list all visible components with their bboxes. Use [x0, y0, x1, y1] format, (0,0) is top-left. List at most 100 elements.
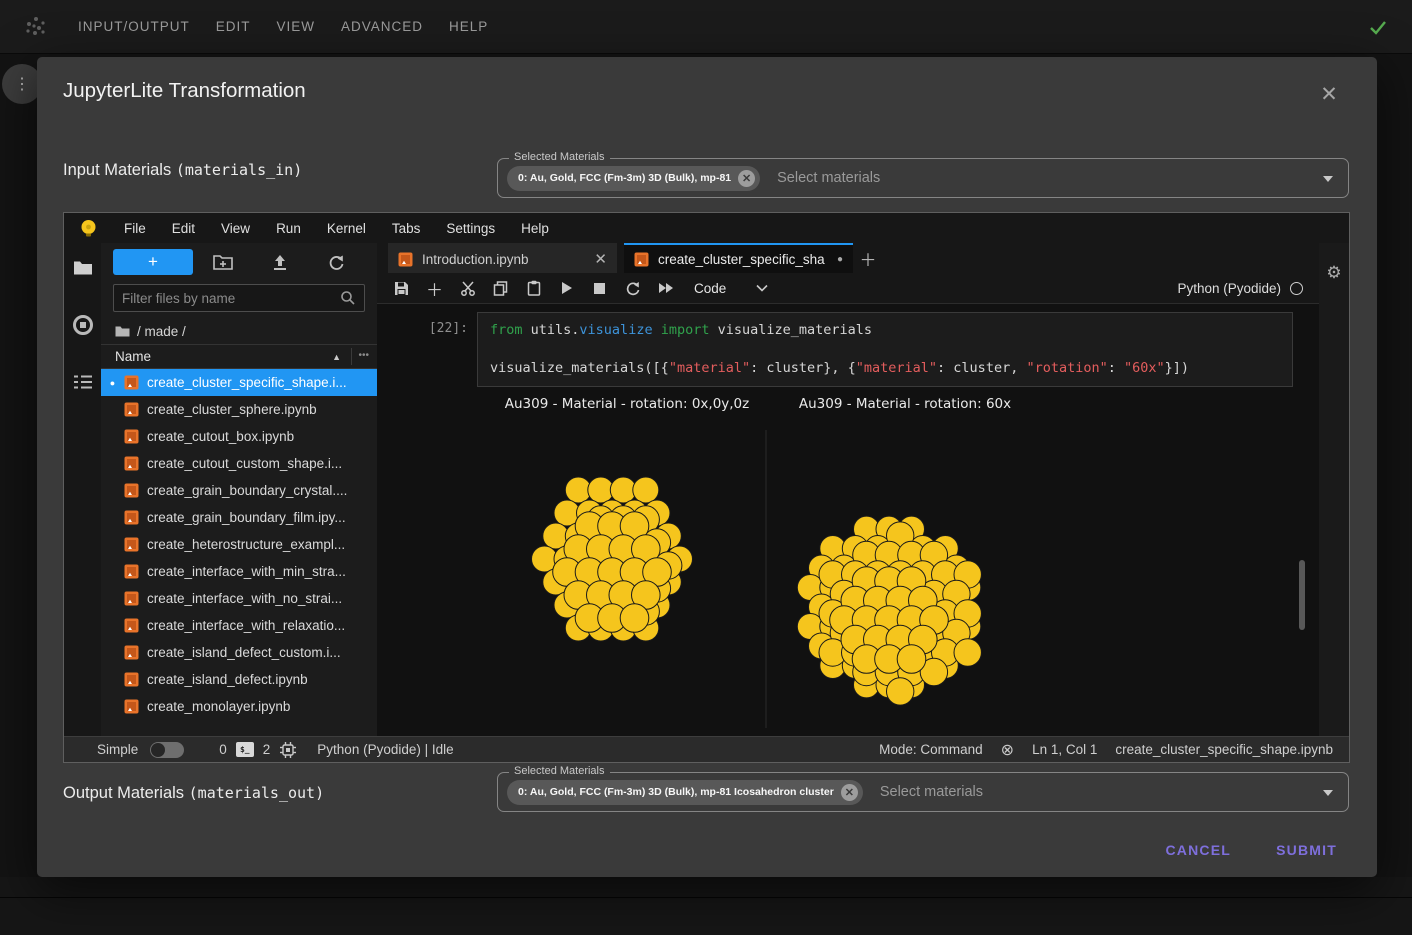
- notebook-icon: [124, 510, 140, 525]
- run-button[interactable]: [550, 273, 583, 303]
- running-kernels-icon[interactable]: [72, 314, 94, 336]
- file-row-create-cutout-custom-shape-i[interactable]: create_cutout_custom_shape.i...: [101, 450, 377, 477]
- jupyter-menu-help[interactable]: Help: [508, 221, 562, 236]
- kernel-status-text[interactable]: Python (Pyodide) | Idle: [317, 742, 453, 757]
- copy-cells-button[interactable]: [484, 273, 517, 303]
- file-list: ●create_cluster_specific_shape.i...creat…: [101, 369, 377, 736]
- file-name: create_cluster_sphere.ipynb: [147, 402, 317, 417]
- file-browser-icon[interactable]: [73, 259, 93, 276]
- file-row-create-grain-boundary-film-ipy[interactable]: create_grain_boundary_film.ipy...: [101, 504, 377, 531]
- restart-run-all-button[interactable]: [649, 273, 682, 303]
- kernel-name[interactable]: Python (Pyodide): [1177, 281, 1281, 296]
- file-row-create-interface-with-relaxatio[interactable]: create_interface_with_relaxatio...: [101, 612, 377, 639]
- jupyter-menu-settings[interactable]: Settings: [433, 221, 508, 236]
- jupyter-menu-run[interactable]: Run: [263, 221, 314, 236]
- tab-create-cluster-specific-shape[interactable]: create_cluster_specific_sha ●: [624, 243, 853, 273]
- file-row-create-interface-with-no-strai[interactable]: create_interface_with_no_strai...: [101, 585, 377, 612]
- right-sidebar-rail: ⚙: [1319, 243, 1349, 736]
- add-tab-button[interactable]: ＋: [853, 243, 883, 273]
- notebook-icon: [124, 375, 140, 390]
- material-chip[interactable]: 0: Au, Gold, FCC (Fm-3m) 3D (Bulk), mp-8…: [507, 780, 863, 805]
- material-chip[interactable]: 0: Au, Gold, FCC (Fm-3m) 3D (Bulk), mp-8…: [507, 166, 760, 191]
- output-title-1: Au309 - Material - rotation: 0x,0y,0z: [488, 396, 766, 412]
- notebook-icon: [124, 564, 140, 579]
- code-cell: [22]: from utils.visualize import visual…: [377, 312, 1293, 387]
- filter-files-input[interactable]: [122, 291, 340, 306]
- file-row-create-cluster-sphere-ipynb[interactable]: create_cluster_sphere.ipynb: [101, 396, 377, 423]
- file-row-create-island-defect-ipynb[interactable]: create_island_defect.ipynb: [101, 666, 377, 693]
- file-row-create-island-defect-custom-i[interactable]: create_island_defect_custom.i...: [101, 639, 377, 666]
- app-root: INPUT/OUTPUTEDITVIEWADVANCEDHELP ⋮ Jupyt…: [0, 0, 1412, 935]
- notebook-icon: [124, 429, 140, 444]
- appmenu-item-input-output[interactable]: INPUT/OUTPUT: [78, 19, 190, 34]
- add-cell-button[interactable]: ＋: [418, 273, 451, 303]
- file-row-create-monolayer-ipynb[interactable]: create_monolayer.ipynb: [101, 693, 377, 720]
- new-launcher-button[interactable]: +: [113, 249, 193, 275]
- restart-kernel-button[interactable]: [616, 273, 649, 303]
- cut-cells-button[interactable]: [451, 273, 484, 303]
- file-row-create-interface-with-min-stra[interactable]: create_interface_with_min_stra...: [101, 558, 377, 585]
- appmenu-item-advanced[interactable]: ADVANCED: [341, 19, 423, 34]
- save-button[interactable]: [385, 273, 418, 303]
- file-name: create_cutout_box.ipynb: [147, 429, 294, 444]
- trust-shield-icon[interactable]: ⊗: [1001, 740, 1014, 760]
- refresh-icon[interactable]: [328, 254, 345, 271]
- file-row-create-heterostructure-exampl[interactable]: create_heterostructure_exampl...: [101, 531, 377, 558]
- jupyter-menu-view[interactable]: View: [208, 221, 263, 236]
- jupyter-menu-edit[interactable]: Edit: [159, 221, 208, 236]
- header-divider: [351, 348, 352, 365]
- submit-button[interactable]: SUBMIT: [1268, 834, 1345, 866]
- jupyter-menu-tabs[interactable]: Tabs: [379, 221, 434, 236]
- input-materials-select[interactable]: Selected Materials 0: Au, Gold, FCC (Fm-…: [497, 158, 1349, 198]
- app-menu-items: INPUT/OUTPUT EDIT VIEW ADVANCED HELP: [78, 19, 514, 34]
- code-editor[interactable]: from utils.visualize import visualize_ma…: [477, 312, 1293, 387]
- table-of-contents-icon[interactable]: [73, 374, 93, 390]
- header-more-icon: •••: [358, 350, 369, 361]
- lightbulb-icon: [80, 219, 97, 238]
- output-title-2: Au309 - Material - rotation: 60x: [766, 396, 1044, 412]
- file-row-create-grain-boundary-crystal[interactable]: create_grain_boundary_crystal....: [101, 477, 377, 504]
- kernel-status-icon: [1290, 282, 1303, 295]
- mode-indicator[interactable]: Mode: Command: [879, 742, 983, 757]
- jupyter-menu-items: FileEditViewRunKernelTabsSettingsHelp: [111, 221, 562, 236]
- cancel-button[interactable]: CANCEL: [1157, 834, 1239, 866]
- close-icon[interactable]: ✕: [1317, 83, 1341, 107]
- appmenu-item-help[interactable]: HELP: [449, 19, 488, 34]
- file-browser-toolbar: +: [101, 243, 377, 281]
- notebook-icon: [124, 483, 140, 498]
- tab-close-icon[interactable]: ✕: [594, 250, 607, 268]
- new-folder-icon[interactable]: [213, 254, 233, 270]
- notebook-scrollbar[interactable]: [1299, 560, 1305, 630]
- chevron-down-icon[interactable]: [756, 284, 768, 292]
- kernels-count[interactable]: 2: [263, 742, 271, 757]
- tab-introduction[interactable]: Introduction.ipynb ✕: [388, 243, 617, 273]
- cursor-position[interactable]: Ln 1, Col 1: [1032, 742, 1097, 757]
- chip-remove-icon[interactable]: ✕: [841, 784, 858, 801]
- chip-remove-icon[interactable]: ✕: [738, 170, 755, 187]
- breadcrumb[interactable]: / made /: [101, 318, 377, 344]
- check-icon[interactable]: [1368, 17, 1388, 37]
- field-legend: Selected Materials: [509, 765, 610, 777]
- notebook-icon: [124, 618, 140, 633]
- gear-icon[interactable]: ⚙: [1326, 263, 1341, 736]
- file-row-create-cluster-specific-shape-i[interactable]: ●create_cluster_specific_shape.i...: [101, 369, 377, 396]
- appmenu-item-view[interactable]: VIEW: [277, 19, 316, 34]
- terminals-count[interactable]: 0: [219, 742, 227, 757]
- jupyter-menu-file[interactable]: File: [111, 221, 159, 236]
- upload-icon[interactable]: [272, 254, 288, 271]
- file-list-header[interactable]: Name ▲ •••: [101, 344, 377, 369]
- more-options-fab[interactable]: ⋮: [2, 64, 42, 104]
- left-sidebar-rail: [64, 243, 101, 736]
- stop-button[interactable]: [583, 273, 616, 303]
- notebook-icon: [124, 591, 140, 606]
- unsaved-changes-dot: ●: [837, 254, 843, 265]
- output-materials-select[interactable]: Selected Materials 0: Au, Gold, FCC (Fm-…: [497, 772, 1349, 812]
- cell-type-dropdown[interactable]: Code: [694, 281, 726, 296]
- appmenu-item-edit[interactable]: EDIT: [216, 19, 251, 34]
- jupyter-menu-kernel[interactable]: Kernel: [314, 221, 379, 236]
- file-row-create-cutout-box-ipynb[interactable]: create_cutout_box.ipynb: [101, 423, 377, 450]
- simple-mode-toggle[interactable]: [150, 742, 184, 758]
- status-bar: Simple 0 $_ 2 Python (Pyodide) | Idle: [64, 736, 1349, 762]
- jupyterlab-panel: FileEditViewRunKernelTabsSettingsHelp: [63, 212, 1350, 763]
- paste-cells-button[interactable]: [517, 273, 550, 303]
